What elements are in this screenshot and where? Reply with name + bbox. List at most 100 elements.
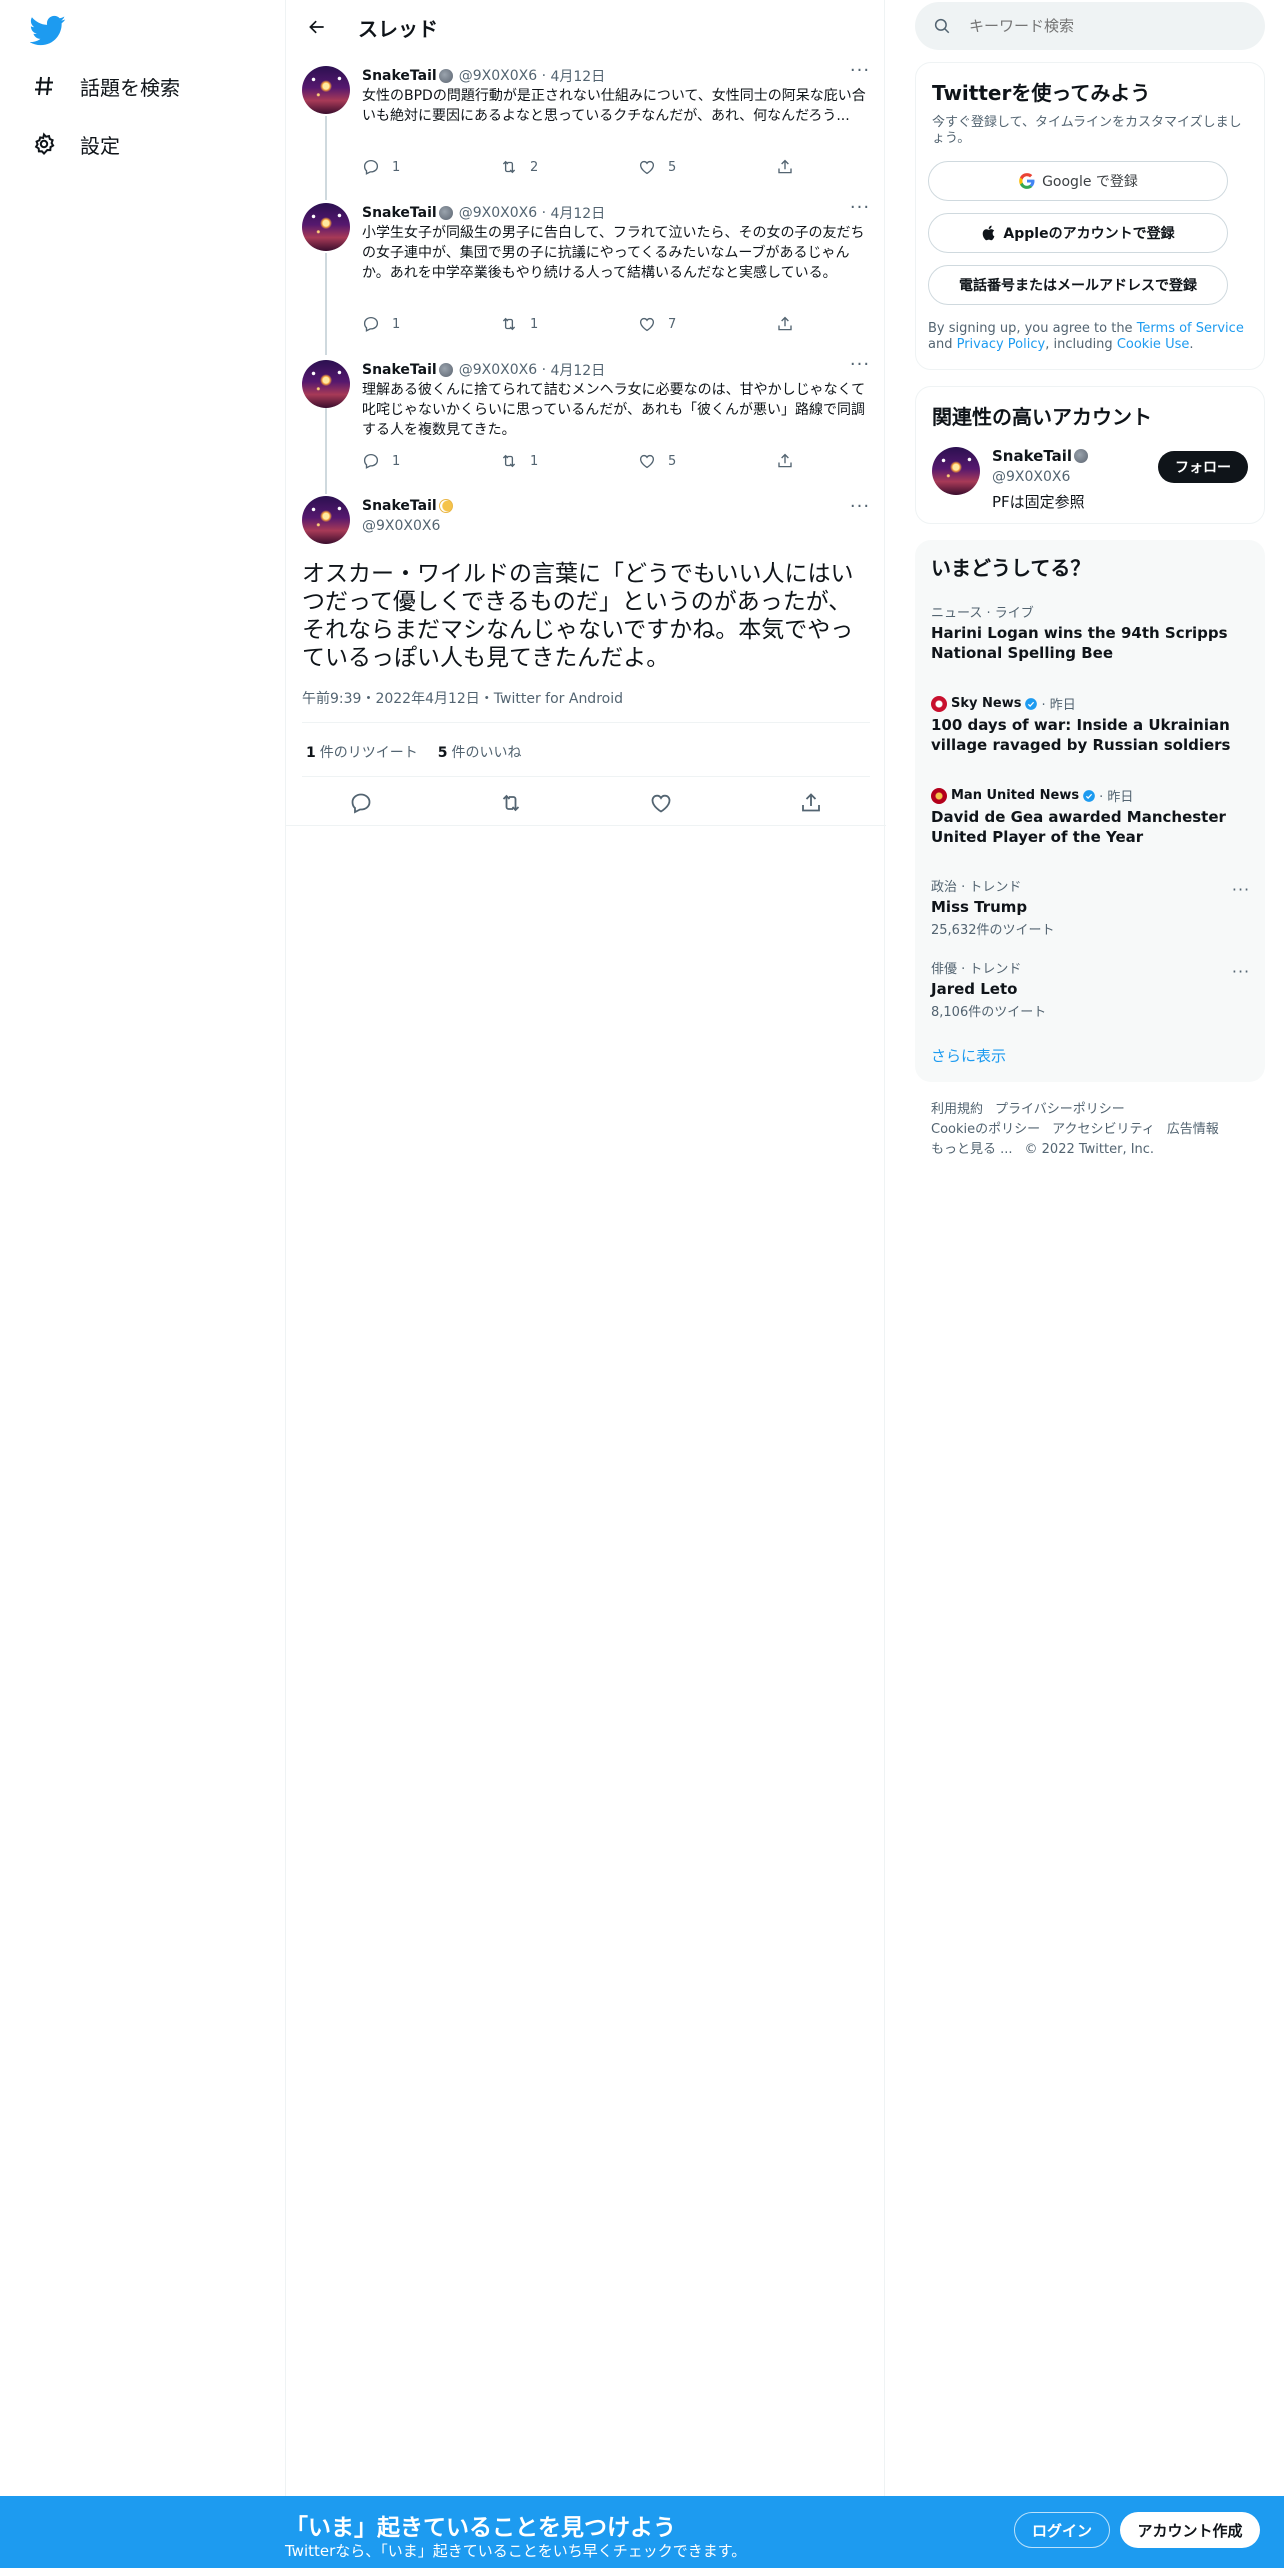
reply-icon[interactable] xyxy=(349,791,373,815)
like-button[interactable]: 7 xyxy=(638,315,746,333)
cookie-link[interactable]: Cookie Use xyxy=(1117,337,1190,352)
retweet-stat-count: 1 xyxy=(306,745,316,761)
reply-button[interactable]: 1 xyxy=(362,158,470,176)
search-bar[interactable] xyxy=(915,2,1265,50)
phone-email-signup-label: 電話番号またはメールアドレスで登録 xyxy=(959,278,1197,294)
footer-links: 利用規約 プライバシーポリシー Cookieのポリシー アクセシビリティ 広告情報 も… xyxy=(931,1100,1251,1160)
trend-item[interactable]: 俳優 · トレンド Jared Leto 8,106件のツイート xyxy=(931,958,1231,1020)
footer-link-terms[interactable]: 利用規約 xyxy=(931,1102,983,1117)
related-name[interactable]: SnakeTail xyxy=(992,447,1072,465)
more-options-icon[interactable]: ··· xyxy=(848,498,872,522)
trend-source: Sky News xyxy=(951,696,1022,711)
google-logo-icon xyxy=(1019,173,1035,189)
phone-email-signup-button[interactable]: 電話番号またはメールアドレスで登録 xyxy=(928,265,1228,305)
reply-count: 1 xyxy=(392,316,401,332)
man-united-logo-icon xyxy=(931,787,947,804)
separator: · xyxy=(537,205,551,221)
tweet-date[interactable]: 4月12日 xyxy=(550,360,605,380)
tweet-date[interactable]: 4月12日 xyxy=(550,66,605,86)
share-button[interactable] xyxy=(776,315,796,333)
trend-item[interactable]: Man United News · 昨日 David de Gea awarde… xyxy=(931,786,1231,847)
create-account-button[interactable]: アカウント作成 xyxy=(1120,2512,1260,2548)
nav-explore[interactable]: 話題を検索 xyxy=(30,58,180,114)
more-options-icon[interactable]: ··· xyxy=(848,62,872,86)
nav-settings-label: 設定 xyxy=(80,133,120,158)
share-button[interactable] xyxy=(776,452,796,470)
author-name[interactable]: SnakeTail xyxy=(362,205,437,221)
tweet-text: 女性のBPDの問題行動が是正されない仕組みについて、女性同士の阿呆な庇い合いも絶… xyxy=(362,88,866,124)
twitter-logo-icon[interactable] xyxy=(30,12,66,48)
trend-meta: 政治 · トレンド xyxy=(931,880,1022,895)
apple-logo-icon xyxy=(983,225,995,241)
reply-button[interactable]: 1 xyxy=(362,315,470,333)
author-handle[interactable]: @9X0X0X6 xyxy=(459,362,537,378)
like-stat[interactable]: 5 件のいいね xyxy=(438,742,522,762)
author-name[interactable]: SnakeTail xyxy=(362,362,437,378)
retweet-stat[interactable]: 1 件のリツイート xyxy=(306,742,418,762)
author-name[interactable]: SnakeTail xyxy=(362,68,437,84)
terms-link[interactable]: Terms of Service xyxy=(1137,321,1244,336)
tweet-handle-row: @9X0X0X6 xyxy=(362,518,440,534)
heart-icon xyxy=(639,160,655,175)
show-more-link[interactable]: さらに表示 xyxy=(931,1045,1006,1066)
retweet-button[interactable]: 1 xyxy=(500,452,608,470)
avatar[interactable] xyxy=(302,360,350,408)
focused-tweet-text: オスカー・ワイルドの言葉に「どうでもいい人にはいつだって優しくできるものだ」とい… xyxy=(302,561,854,671)
author-name[interactable]: SnakeTail xyxy=(362,498,437,514)
related-title: 関連性の高いアカウント xyxy=(932,405,1152,429)
trend-meta: 俳優 · トレンド xyxy=(931,962,1022,977)
tweet-date[interactable]: 4月12日 xyxy=(550,203,605,223)
tweet-text: 理解ある彼くんに捨てられて詰むメンヘラ女に必要なのは、甘やかしじゃなくて叱咤じゃ… xyxy=(362,382,866,438)
footer-link-privacy[interactable]: プライバシーポリシー xyxy=(995,1102,1125,1117)
share-icon[interactable] xyxy=(799,791,823,815)
avatar[interactable] xyxy=(932,447,980,495)
trend-item[interactable]: 政治 · トレンド Miss Trump 25,632件のツイート xyxy=(931,876,1231,938)
retweet-button[interactable]: 2 xyxy=(500,158,608,176)
login-button[interactable]: ログイン xyxy=(1014,2512,1110,2548)
like-button[interactable]: 5 xyxy=(638,452,746,470)
footer-link-ads[interactable]: 広告情報 xyxy=(1167,1122,1219,1137)
avatar[interactable] xyxy=(302,496,350,544)
hashtag-icon xyxy=(30,72,58,100)
avatar[interactable] xyxy=(302,66,350,114)
verified-badge-icon xyxy=(1025,697,1038,710)
more-options-icon[interactable]: ··· xyxy=(1229,962,1253,982)
apple-signup-button[interactable]: Appleのアカウントで登録 xyxy=(928,213,1228,253)
follow-button[interactable]: フォロー xyxy=(1158,451,1248,483)
share-button[interactable] xyxy=(776,158,796,176)
reply-button[interactable]: 1 xyxy=(362,452,470,470)
heart-icon[interactable] xyxy=(649,791,673,815)
tweet-timestamp[interactable]: 午前9:39・2022年4月12日・Twitter for Android xyxy=(302,688,623,708)
legal-prefix: By signing up, you agree to the xyxy=(928,321,1137,336)
reply-icon xyxy=(363,453,379,469)
footer-copyright: © 2022 Twitter, Inc. xyxy=(1024,1142,1155,1157)
footer-link-accessibility[interactable]: アクセシビリティ xyxy=(1052,1122,1155,1137)
tweet-text: 小学生女子が同級生の男子に告白して、フラれて泣いたら、その女の子の友だちの女子連… xyxy=(362,225,865,281)
trend-item[interactable]: Sky News · 昨日 100 days of war: Inside a … xyxy=(931,694,1231,755)
trend-meta: ニュース · ライブ xyxy=(931,606,1034,621)
retweet-button[interactable]: 1 xyxy=(500,315,608,333)
trend-title: Harini Logan wins the 94th Scripps Natio… xyxy=(931,624,1228,662)
nav-settings[interactable]: 設定 xyxy=(30,116,120,172)
like-button[interactable]: 5 xyxy=(638,158,746,176)
footer-link-more[interactable]: もっと見る ... xyxy=(931,1142,1013,1157)
more-options-icon[interactable]: ··· xyxy=(848,199,872,223)
related-handle[interactable]: @9X0X0X6 xyxy=(992,469,1070,485)
tweet-header: SnakeTail @9X0X0X6 · 4月12日 xyxy=(362,360,605,380)
more-options-icon[interactable]: ··· xyxy=(1229,880,1253,900)
google-signup-button[interactable]: Google で登録 xyxy=(928,161,1228,201)
trend-meta: Man United News · 昨日 xyxy=(931,786,1231,805)
retweet-icon[interactable] xyxy=(499,791,523,815)
avatar[interactable] xyxy=(302,203,350,251)
more-options-icon[interactable]: ··· xyxy=(848,356,872,380)
search-input[interactable] xyxy=(969,17,1229,35)
trend-item[interactable]: ニュース · ライブ Harini Logan wins the 94th Sc… xyxy=(931,602,1231,663)
footer-link-cookie[interactable]: Cookieのポリシー xyxy=(931,1122,1040,1137)
back-button[interactable] xyxy=(298,8,336,46)
privacy-link[interactable]: Privacy Policy xyxy=(957,337,1046,352)
retweet-icon xyxy=(502,454,516,468)
signup-subtitle: 今すぐ登録して、タイムラインをカスタマイズしましょう。 xyxy=(932,115,1242,146)
author-handle[interactable]: @9X0X0X6 xyxy=(459,205,537,221)
author-handle[interactable]: @9X0X0X6 xyxy=(362,518,440,534)
author-handle[interactable]: @9X0X0X6 xyxy=(459,68,537,84)
